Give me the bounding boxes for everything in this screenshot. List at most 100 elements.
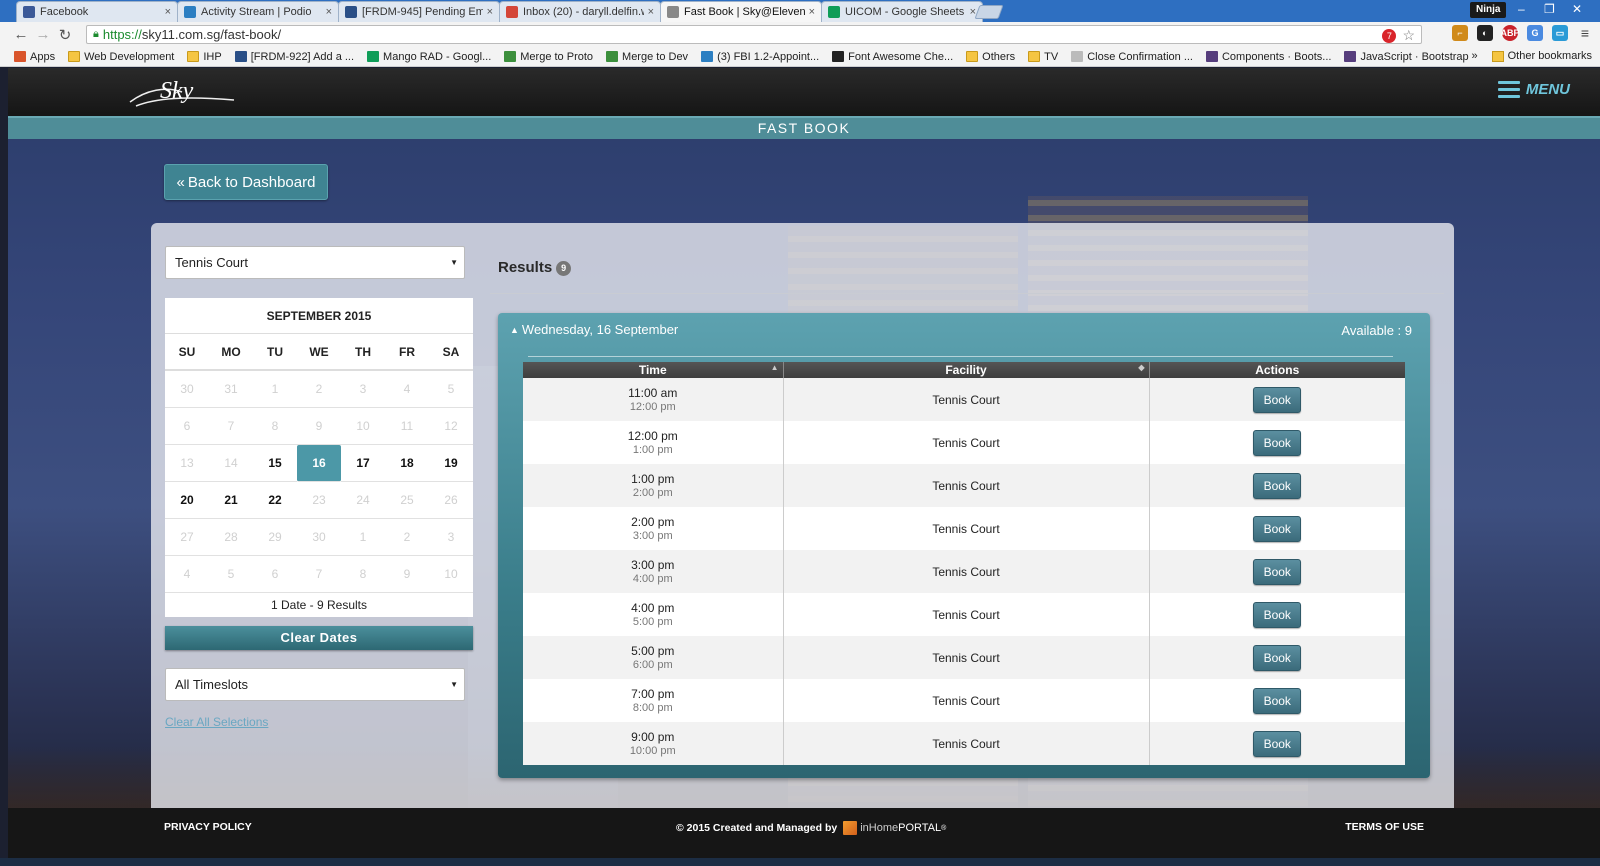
book-button[interactable]: Book [1253, 687, 1302, 714]
bookmark-item[interactable]: Apps [14, 51, 55, 63]
calendar-day[interactable]: 18 [385, 445, 429, 482]
column-header-actions: Actions [1149, 362, 1405, 378]
bookmark-item[interactable]: Merge to Dev [606, 51, 688, 63]
table-row: 7:00 pm 8:00 pm Tennis Court Book [523, 679, 1405, 722]
clear-dates-button[interactable]: Clear Dates [165, 626, 473, 650]
bookmark-item[interactable]: Merge to Proto [504, 51, 593, 63]
extension-spy-icon[interactable]: ◐ [1477, 25, 1493, 41]
bookmark-item[interactable]: Components · Boots... [1205, 50, 1332, 63]
bookmark-item[interactable]: Close Confirmation ... [1071, 51, 1193, 63]
book-button[interactable]: Book [1253, 601, 1302, 628]
bookmark-item[interactable]: Others [966, 51, 1015, 63]
bookmark-label: Components · Boots... [1221, 50, 1332, 63]
browser-tab[interactable]: Inbox (20) - daryll.delfin.w × [499, 1, 661, 22]
facility-cell: Tennis Court [783, 421, 1150, 464]
double-chevron-left-icon: « [176, 173, 185, 191]
slot-end-time: 3:00 pm [632, 529, 673, 542]
inhome-portal-logo[interactable]: inHome PORTAL ® [843, 821, 946, 835]
book-button[interactable]: Book [1253, 644, 1302, 671]
calendar-day[interactable]: 21 [209, 482, 253, 519]
bookmarks-overflow-icon[interactable]: » [1472, 50, 1478, 62]
back-to-dashboard-button[interactable]: « Back to Dashboard [164, 164, 328, 200]
calendar-day[interactable]: 22 [253, 482, 297, 519]
address-bar[interactable]: 🔒︎ https:// sky11.com.sg/fast-book/ 7 ☆ [86, 25, 1422, 44]
bookmark-item[interactable]: TV [1028, 51, 1058, 63]
bookmark-item[interactable]: Mango RAD - Googl... [367, 51, 491, 63]
bookmark-item[interactable]: JavaScript · Bootstrap [1344, 51, 1469, 63]
book-button[interactable]: Book [1253, 472, 1302, 499]
book-button[interactable]: Book [1253, 730, 1302, 757]
adblock-icon[interactable]: ABP [1501, 25, 1520, 41]
time-cell: 3:00 pm 4:00 pm [523, 550, 784, 593]
portal-cube-icon [843, 821, 858, 835]
brand-part-a: inHome [860, 822, 899, 834]
calendar-day[interactable]: 17 [341, 445, 385, 482]
folder-icon [1028, 51, 1041, 62]
back-arrow-icon[interactable]: ← [10, 26, 32, 43]
chrome-menu-icon[interactable]: ≡ [1577, 25, 1593, 41]
facility-select-value: Tennis Court [175, 255, 248, 270]
terms-of-use-link[interactable]: TERMS OF USE [1345, 821, 1424, 833]
other-bookmarks[interactable]: Other bookmarks [1508, 50, 1592, 62]
calendar-day[interactable]: 15 [253, 445, 297, 482]
browser-tab[interactable]: [FRDM-945] Pending Ema × [338, 1, 500, 22]
restore-icon[interactable]: ❐ [1544, 2, 1555, 16]
calendar-day: 30 [165, 371, 209, 408]
bookmark-item[interactable]: [FRDM-922] Add a ... [234, 51, 354, 63]
tab-close-icon[interactable]: × [648, 6, 654, 18]
privacy-policy-link[interactable]: PRIVACY POLICY [164, 821, 252, 833]
tab-close-icon[interactable]: × [326, 6, 332, 18]
close-window-icon[interactable]: ✕ [1572, 2, 1582, 16]
dropdown-caret-icon: ▼ [450, 258, 458, 267]
browser-tab[interactable]: Facebook × [16, 1, 178, 22]
table-row: 12:00 pm 1:00 pm Tennis Court Book [523, 421, 1405, 464]
extension-key-icon[interactable]: ⌐ [1452, 25, 1468, 41]
book-button[interactable]: Book [1253, 558, 1302, 585]
calendar-day: 4 [385, 371, 429, 408]
tab-close-icon[interactable]: × [809, 6, 815, 18]
apps-grid-icon [14, 51, 26, 62]
menu-button[interactable]: MENU [1497, 81, 1570, 98]
time-cell: 12:00 pm 1:00 pm [523, 421, 784, 464]
column-header-time[interactable]: Time ▲ [523, 362, 784, 378]
time-cell: 5:00 pm 6:00 pm [523, 636, 784, 679]
forward-arrow-icon[interactable]: → [32, 26, 54, 43]
bookmark-label: Close Confirmation ... [1087, 50, 1193, 63]
notification-badge[interactable]: 7 [1382, 28, 1397, 43]
calendar-day[interactable]: 20 [165, 482, 209, 519]
available-count: Available : 9 [1341, 323, 1412, 338]
bookmark-item[interactable]: (3) FBI 1.2-Appoint... [701, 51, 819, 63]
browser-tab[interactable]: Activity Stream | Podio × [177, 1, 339, 22]
tab-close-icon[interactable]: × [165, 6, 171, 18]
actions-cell: Book [1149, 550, 1405, 593]
star-icon[interactable]: ☆ [1402, 27, 1415, 44]
collapse-triangle-icon: ▲ [510, 324, 519, 335]
minimize-icon[interactable]: – [1518, 2, 1525, 16]
book-button[interactable]: Book [1253, 515, 1302, 542]
calendar-day-selected[interactable]: 16 [297, 445, 341, 482]
bookmark-item[interactable]: Font Awesome Che... [832, 51, 953, 63]
bookmark-item[interactable]: IHP [187, 51, 222, 63]
calendar-day[interactable]: 19 [429, 445, 473, 482]
jira-icon [234, 51, 247, 62]
reload-icon[interactable]: ↻ [54, 26, 76, 44]
slot-start-time: 3:00 pm [631, 557, 675, 572]
book-button[interactable]: Book [1253, 429, 1302, 456]
browser-tab[interactable]: Fast Book | Sky@Eleven × [660, 1, 822, 22]
tab-close-icon[interactable]: × [487, 6, 493, 18]
bookmark-item[interactable]: Web Development [68, 51, 174, 63]
slot-end-time: 10:00 pm [629, 744, 676, 757]
translate-icon[interactable]: G [1527, 25, 1543, 41]
calendar-weekday: SU [165, 334, 209, 371]
clear-all-selections-link[interactable]: Clear All Selections [165, 715, 268, 729]
book-button[interactable]: Book [1253, 386, 1302, 413]
profile-badge[interactable]: Ninja [1470, 2, 1507, 18]
timeslot-select[interactable]: All Timeslots ▼ [165, 668, 465, 701]
column-header-facility[interactable]: Facility ◆ [783, 362, 1150, 378]
extension-screen-icon[interactable]: ▭ [1552, 25, 1568, 41]
calendar-day: 4 [165, 556, 209, 593]
day-toggle[interactable]: ▲ Wednesday, 16 September [510, 322, 678, 337]
facility-select[interactable]: Tennis Court ▼ [165, 246, 465, 279]
new-tab-button[interactable] [974, 5, 1004, 19]
browser-tab[interactable]: UICOM - Google Sheets × [821, 1, 983, 22]
